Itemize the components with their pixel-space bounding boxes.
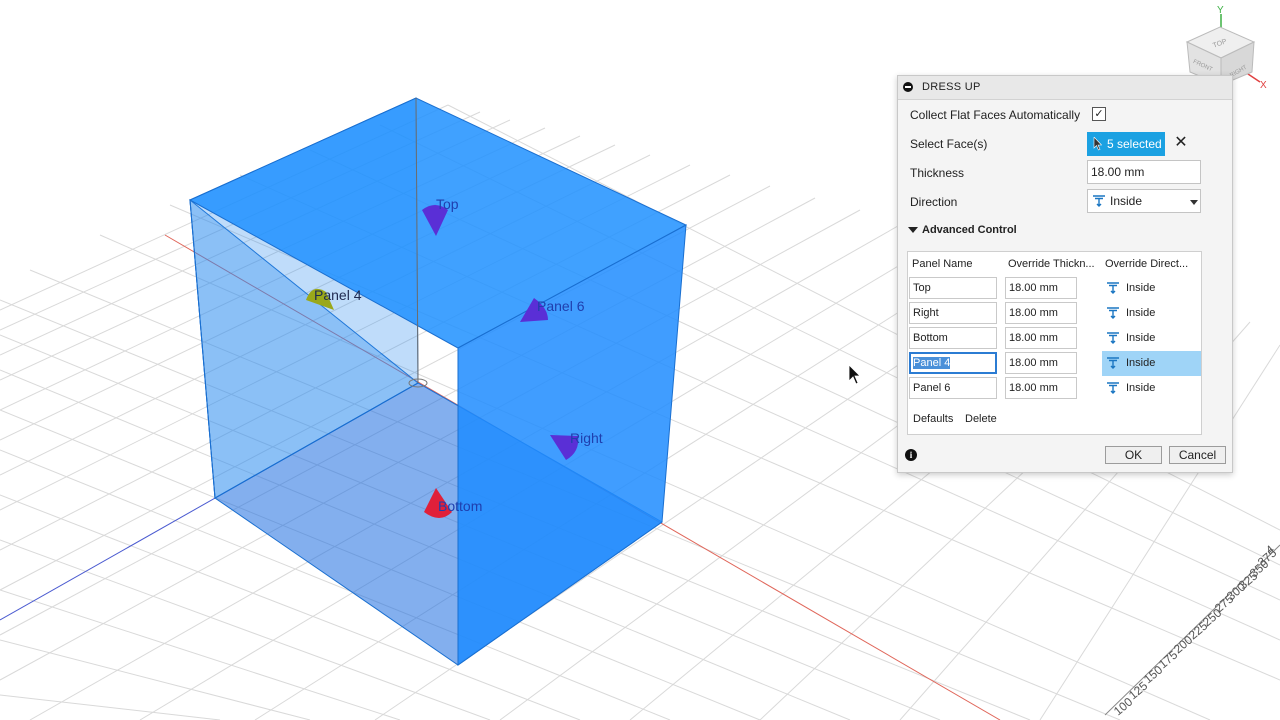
x-axis-label: X (1260, 80, 1267, 91)
marker-label-top: Top (436, 196, 459, 212)
panel-name-selected-text: Panel 4 (913, 357, 951, 369)
override-direction-value: Inside (1126, 382, 1156, 394)
chevron-down-icon (1190, 200, 1198, 205)
panel-name-input[interactable]: Right (909, 302, 997, 324)
table-row[interactable]: Panel 6 18.00 mm Inside (908, 376, 1201, 401)
override-direction-cell[interactable]: Inside (1102, 301, 1201, 326)
override-direction-cell[interactable]: Inside (1102, 326, 1201, 351)
select-faces-button[interactable]: 5 selected (1087, 132, 1165, 156)
direction-inside-icon (1107, 357, 1119, 369)
marker-label-panel-4: Panel 4 (314, 287, 362, 303)
table-row-selected[interactable]: Panel 4 18.00 mm Inside (908, 351, 1201, 376)
override-direction-value: Inside (1126, 282, 1156, 294)
override-direction-value: Inside (1126, 357, 1156, 369)
panel-name-input[interactable]: Panel 6 (909, 377, 997, 399)
panel-name-input-active[interactable]: Panel 4 (909, 352, 997, 374)
override-thickness-input[interactable]: 18.00 mm (1005, 302, 1077, 324)
direction-inside-icon (1093, 195, 1105, 207)
mouse-cursor-icon (848, 364, 861, 385)
select-cursor-icon (1093, 137, 1103, 151)
panel-name-input[interactable]: Bottom (909, 327, 997, 349)
panel-table: Panel Name Override Thickn... Override D… (907, 251, 1202, 435)
direction-inside-icon (1107, 332, 1119, 344)
marker-label-bottom: Bottom (438, 498, 482, 514)
marker-label-right: Right (570, 430, 603, 446)
y-axis-label: Y (1217, 5, 1224, 16)
direction-inside-icon (1107, 307, 1119, 319)
thickness-label: Thickness (910, 166, 965, 180)
override-direction-value: Inside (1126, 332, 1156, 344)
column-header-panel-name: Panel Name (912, 258, 973, 270)
column-header-override-direction: Override Direct... (1105, 258, 1189, 270)
override-thickness-input[interactable]: 18.00 mm (1005, 352, 1077, 374)
defaults-button[interactable]: Defaults (913, 413, 953, 425)
direction-dropdown[interactable]: Inside (1087, 189, 1201, 213)
clear-selection-icon[interactable]: ✕ (1173, 135, 1189, 151)
override-direction-cell[interactable]: Inside (1102, 376, 1201, 401)
override-direction-cell[interactable]: Inside (1102, 351, 1201, 376)
expand-caret-icon[interactable] (908, 227, 918, 233)
delete-button[interactable]: Delete (965, 413, 997, 425)
override-thickness-input[interactable]: 18.00 mm (1005, 377, 1077, 399)
dialog-titlebar[interactable]: DRESS UP (898, 76, 1232, 100)
select-faces-label: Select Face(s) (910, 137, 988, 151)
cancel-button[interactable]: Cancel (1169, 446, 1226, 464)
panel-name-input[interactable]: Top (909, 277, 997, 299)
collect-faces-checkbox[interactable]: ✓ (1092, 107, 1106, 121)
table-row[interactable]: Bottom 18.00 mm Inside (908, 326, 1201, 351)
direction-inside-icon (1107, 382, 1119, 394)
direction-inside-icon (1107, 282, 1119, 294)
cabinet-box[interactable] (188, 97, 688, 666)
collect-faces-label: Collect Flat Faces Automatically (910, 108, 1081, 122)
override-direction-value: Inside (1126, 307, 1156, 319)
table-row[interactable]: Right 18.00 mm Inside (908, 301, 1201, 326)
override-thickness-input[interactable]: 18.00 mm (1005, 277, 1077, 299)
collapse-icon[interactable] (903, 82, 913, 92)
select-faces-count: 5 selected (1107, 137, 1162, 151)
ok-button[interactable]: OK (1105, 446, 1162, 464)
thickness-input[interactable]: 18.00 mm (1087, 160, 1201, 184)
direction-label: Direction (910, 195, 958, 209)
info-icon[interactable]: i (905, 449, 917, 461)
column-header-override-thickness: Override Thickn... (1008, 258, 1095, 270)
advanced-control-header[interactable]: Advanced Control (922, 224, 1017, 236)
dress-up-dialog: DRESS UP Collect Flat Faces Automaticall… (897, 75, 1233, 473)
direction-value: Inside (1110, 194, 1143, 208)
override-thickness-input[interactable]: 18.00 mm (1005, 327, 1077, 349)
override-direction-cell[interactable]: Inside (1102, 276, 1201, 301)
dialog-title: DRESS UP (922, 81, 981, 93)
marker-label-panel-6: Panel 6 (537, 298, 585, 314)
table-row[interactable]: Top 18.00 mm Inside (908, 276, 1201, 301)
ruler-scale: 100 125 150 175 200 225 250 275 300 325 … (1104, 542, 1280, 718)
